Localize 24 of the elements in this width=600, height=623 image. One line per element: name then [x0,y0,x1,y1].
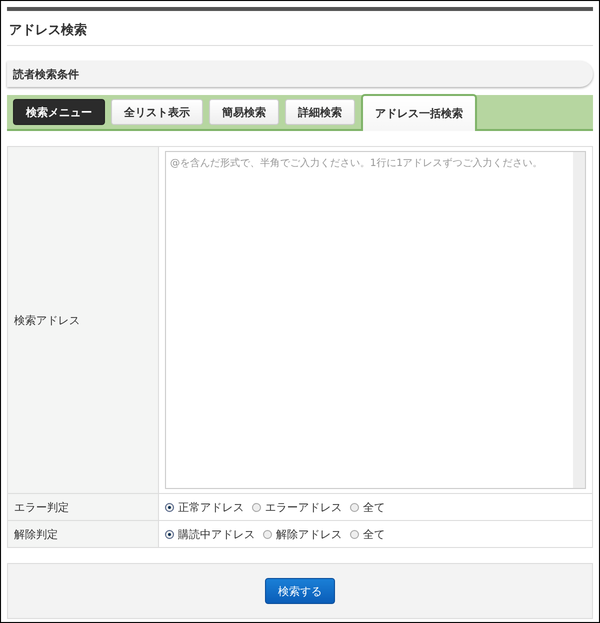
tab[interactable]: アドレス一括検索 [361,94,477,131]
radio-label[interactable]: 解除アドレス [276,526,342,542]
radio-label[interactable]: 全て [363,500,385,514]
tab[interactable]: 全リスト表示 [111,99,203,125]
page-title: アドレス検索 [7,11,593,46]
radio-label[interactable]: 全て [363,526,385,542]
radio-button[interactable] [165,502,174,512]
tab[interactable]: 簡易検索 [209,99,279,125]
field-label: エラー判定 [8,494,158,520]
field-label: 解除判定 [8,520,158,548]
address-input-field[interactable]: @を含んだ形式で、半角でご入力ください。1行に1アドレスずつご入力ください。 [165,151,586,489]
radio-label[interactable]: 正常アドレス [178,500,244,514]
radio-label[interactable]: エラーアドレス [265,500,342,514]
radio-button[interactable] [252,502,261,512]
radio-label[interactable]: 購読中アドレス [178,526,255,542]
menu-button[interactable]: 検索メニュー [13,99,105,125]
field-label: 検索アドレス [8,146,158,494]
search-button[interactable]: 検索する [265,578,335,604]
radio-button[interactable] [165,530,174,538]
radio-button[interactable] [350,530,359,538]
radio-button[interactable] [350,502,359,512]
section-header: 読者検索条件 [7,61,593,87]
radio-button[interactable] [263,530,272,538]
tab[interactable]: 詳細検索 [285,99,355,125]
